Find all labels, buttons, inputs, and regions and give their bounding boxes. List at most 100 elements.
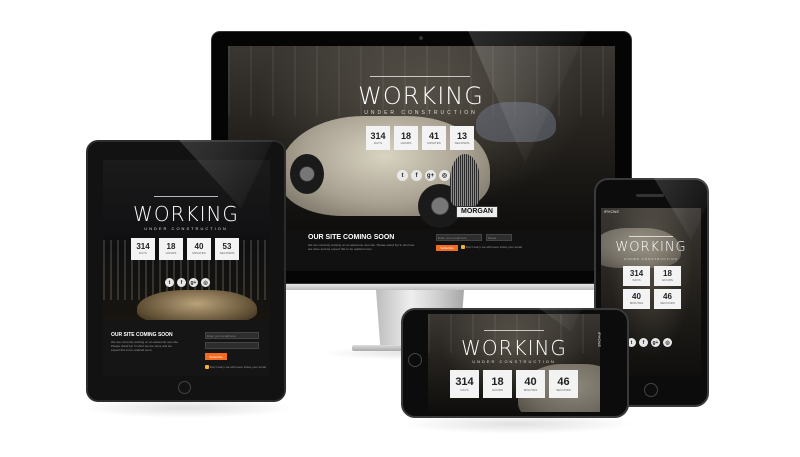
name-field[interactable]	[205, 342, 259, 349]
countdown-label: DAYS	[632, 278, 641, 282]
countdown-label: HOURS	[165, 251, 177, 255]
countdown-hours: 18 HOURS	[654, 266, 681, 286]
countdown: 314 DAYS 18 HOURS 40 MINUTES 53 SECONDS	[131, 238, 239, 260]
countdown-value: 314	[629, 269, 644, 278]
countdown: 314 DAYS 18 HOURS 40 MINUTES 46 SECONDS	[450, 370, 578, 398]
countdown-label: MINUTES	[523, 387, 538, 392]
countdown-value: 46	[663, 292, 672, 301]
iphone-landscape-home-button[interactable]	[408, 353, 422, 367]
coming-soon-heading: OUR SITE COMING SOON	[308, 234, 395, 241]
countdown-minutes: 41 MINUTES	[422, 126, 446, 150]
coming-soon-heading: OUR SITE COMING SOON	[111, 332, 173, 338]
coming-soon-description: We are currently working on an awesome n…	[308, 243, 415, 251]
page-title: WORKING	[358, 82, 484, 110]
countdown-value: 13	[456, 130, 467, 141]
countdown-label: MINUTES	[427, 140, 441, 145]
notice-icon	[461, 245, 465, 250]
countdown-days: 314 DAYS	[366, 126, 390, 150]
countdown-label: SECONDS	[454, 140, 470, 145]
countdown-value: 40	[524, 375, 537, 388]
countdown-hours: 18 HOURS	[394, 126, 418, 150]
countdown-hours: 18 HOURS	[159, 238, 183, 260]
countdown-label: HOURS	[662, 278, 673, 282]
social-links: t f g+ ◎	[627, 338, 672, 347]
countdown-value: 18	[166, 242, 176, 251]
countdown-seconds: 13 SECONDS	[450, 126, 474, 150]
facebook-icon[interactable]: f	[177, 278, 186, 287]
countdown-label: HOURS	[400, 140, 412, 145]
countdown-label: SECONDS	[660, 301, 675, 305]
twitter-icon[interactable]: t	[165, 278, 174, 287]
countdown-value: 46	[557, 375, 570, 388]
ipad-home-button[interactable]	[178, 381, 191, 394]
countdown-value: 40	[632, 292, 641, 301]
title-top-line	[484, 330, 544, 331]
title-top-line	[629, 236, 673, 237]
iphone-landscape-screen: WORKING UNDER CONSTRUCTION 314 DAYS 18 HOUR…	[428, 314, 600, 412]
google-plus-icon[interactable]: g+	[425, 170, 436, 181]
countdown-value: 18	[491, 375, 504, 388]
page-subtitle: UNDER CONSTRUCTION	[624, 257, 678, 261]
page-title: WORKING	[615, 240, 687, 255]
iphone-speaker	[636, 194, 664, 197]
iphone-home-button[interactable]	[644, 383, 658, 397]
countdown-label: DAYS	[460, 387, 469, 392]
social-links: t f g+ ◎	[165, 278, 210, 287]
car-license-plate: MORGAN	[456, 206, 498, 218]
countdown-minutes: 40 MINUTES	[187, 238, 211, 260]
countdown-label: DAYS	[139, 251, 147, 255]
countdown-label: SECONDS	[556, 387, 571, 392]
privacy-notice: Don't worry we will never share your ema…	[461, 245, 522, 250]
ipad-screen: WORKING UNDER CONSTRUCTION 314 DAYS 18 HOUR…	[103, 160, 270, 376]
imac-camera	[419, 36, 423, 40]
car-wheel-rear	[290, 154, 324, 194]
countdown-value: 314	[455, 375, 474, 388]
google-plus-icon[interactable]: g+	[189, 278, 198, 287]
section-arrow	[416, 227, 424, 231]
name-field[interactable]: Name	[486, 234, 512, 241]
social-links: t f g+ ◎	[397, 170, 450, 181]
subscribe-button[interactable]: Subscribe	[205, 353, 227, 360]
twitter-icon[interactable]: t	[397, 170, 408, 181]
countdown-days: 314 DAYS	[450, 370, 479, 398]
coming-soon-description: We are currently working on an awesome n…	[111, 340, 179, 352]
privacy-notice-text: Don't worry we will never share your ema…	[465, 245, 522, 249]
imac-stand-foot	[352, 345, 402, 351]
countdown-minutes: 40 MINUTES	[623, 289, 650, 309]
facebook-icon[interactable]: f	[411, 170, 422, 181]
countdown-seconds: 46 SECONDS	[654, 289, 681, 309]
status-bar-carrier: iPHONE	[604, 209, 620, 214]
dribbble-icon[interactable]: ◎	[663, 338, 672, 347]
countdown-label: HOURS	[492, 387, 503, 392]
countdown-seconds: 46 SECONDS	[549, 370, 578, 398]
countdown-value: 18	[400, 130, 411, 141]
countdown-value: 53	[222, 242, 232, 251]
dribbble-icon[interactable]: ◎	[439, 170, 450, 181]
dribbble-icon[interactable]: ◎	[201, 278, 210, 287]
imac-screen: MORGAN WORKING UNDER CONSTRUCTION 314 DAY…	[228, 46, 615, 271]
page-subtitle: UNDER CONSTRUCTION	[364, 110, 478, 116]
google-plus-icon[interactable]: g+	[651, 338, 660, 347]
hero-car	[137, 290, 257, 324]
countdown-label: MINUTES	[629, 301, 644, 305]
status-bar-carrier: iPHONE	[597, 332, 602, 348]
countdown-label: DAYS	[374, 140, 382, 145]
countdown-value: 314	[136, 242, 150, 251]
privacy-notice-text: Don't worry we will never share your ema…	[209, 365, 266, 369]
countdown-value: 40	[194, 242, 204, 251]
car-grille	[450, 154, 480, 206]
countdown-value: 41	[428, 130, 439, 141]
page-subtitle: UNDER CONSTRUCTION	[472, 359, 556, 364]
subscribe-button[interactable]: Subscribe	[436, 245, 458, 251]
facebook-icon[interactable]: f	[639, 338, 648, 347]
countdown-label: MINUTES	[192, 251, 206, 255]
countdown-seconds: 53 SECONDS	[215, 238, 239, 260]
countdown: 314 DAYS 18 HOURS 41 MINUTES 13 SECONDS	[366, 126, 474, 150]
countdown-hours: 18 HOURS	[483, 370, 512, 398]
email-field[interactable]: Enter your email here	[436, 234, 482, 241]
privacy-notice: Don't worry we will never share your ema…	[205, 365, 266, 370]
countdown-value: 314	[370, 130, 386, 141]
countdown-days: 314 DAYS	[623, 266, 650, 286]
email-field[interactable]: Enter your email here	[205, 332, 259, 339]
countdown: 314 DAYS 18 HOURS 40 MINUTES 46 SECONDS	[623, 266, 681, 309]
